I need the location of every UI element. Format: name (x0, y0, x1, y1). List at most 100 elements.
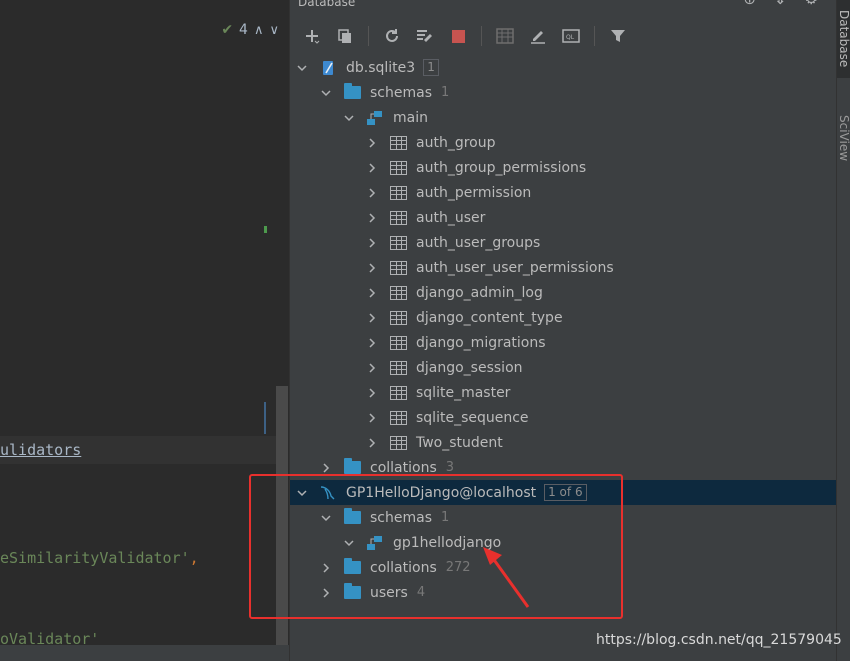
gear-icon[interactable]: ⚙ (805, 0, 818, 8)
caret-marker (264, 402, 266, 434)
inspection-widget[interactable]: ✔ 4 ∧ ∨ (221, 22, 279, 38)
table-name: auth_user (416, 209, 486, 226)
tree-count: 1 (441, 85, 450, 100)
chevron-down-icon[interactable] (342, 111, 356, 125)
folder-icon (343, 458, 361, 476)
table-row[interactable]: auth_user (290, 205, 836, 230)
mysql-dolphin-icon (319, 485, 337, 501)
add-icon[interactable] (300, 24, 324, 48)
table-icon (389, 260, 407, 276)
svg-text:QL: QL (566, 34, 575, 41)
copy-icon[interactable] (333, 24, 357, 48)
stop-icon[interactable] (446, 24, 470, 48)
tree-node-collations[interactable]: collations 272 (290, 555, 836, 580)
table-name: django_session (416, 359, 523, 376)
tree-label: main (393, 109, 428, 126)
table-row[interactable]: django_admin_log (290, 280, 836, 305)
chevron-right-icon[interactable] (365, 411, 379, 425)
tree-node-sqlite[interactable]: db.sqlite3 1 (290, 55, 836, 80)
sql-console-icon[interactable]: QL (559, 24, 583, 48)
chevron-down-icon[interactable] (295, 486, 309, 500)
filter-icon[interactable] (606, 24, 630, 48)
table-icon (389, 285, 407, 301)
table-icon (389, 310, 407, 326)
table-row[interactable]: auth_group_permissions (290, 155, 836, 180)
tree-node-schema-gp1hellodjango[interactable]: gp1hellodjango (290, 530, 836, 555)
tree-label: collations (370, 559, 437, 576)
tree-label: users (370, 584, 408, 601)
table-row[interactable]: sqlite_sequence (290, 405, 836, 430)
tab-sciview[interactable]: SciView (837, 110, 850, 166)
globe-icon[interactable]: ⊕ (743, 0, 756, 8)
properties-icon[interactable] (413, 24, 437, 48)
table-name: django_migrations (416, 334, 546, 351)
previous-highlight-icon[interactable]: ∧ (254, 23, 264, 38)
tree-count: 3 (445, 460, 455, 475)
chevron-right-icon[interactable] (365, 386, 379, 400)
edit-icon[interactable] (526, 24, 550, 48)
next-highlight-icon[interactable]: ∨ (269, 23, 279, 38)
tab-database[interactable]: Database (837, 0, 850, 78)
chevron-down-icon[interactable] (319, 86, 333, 100)
folder-icon (343, 583, 361, 601)
tree-label: schemas (370, 84, 432, 101)
chevron-right-icon[interactable] (365, 286, 379, 300)
table-row[interactable]: auth_user_user_permissions (290, 255, 836, 280)
tree-node-users[interactable]: users 4 (290, 580, 836, 605)
table-icon (389, 210, 407, 226)
editor-scrollbar[interactable] (276, 386, 288, 646)
folder-icon (343, 558, 361, 576)
chevron-down-icon[interactable] (342, 536, 356, 550)
status-badge[interactable]: 1 of 6 (544, 484, 587, 501)
table-row[interactable]: auth_permission (290, 180, 836, 205)
collapse-icon[interactable]: ⇕ (774, 0, 787, 8)
table-row[interactable]: django_content_type (290, 305, 836, 330)
table-name: auth_user_groups (416, 234, 541, 251)
chevron-right-icon[interactable] (365, 236, 379, 250)
table-row[interactable]: django_session (290, 355, 836, 380)
table-name: auth_permission (416, 184, 532, 201)
chevron-right-icon[interactable] (365, 161, 379, 175)
table-row[interactable]: Two_student (290, 430, 836, 455)
tree-node-mysql[interactable]: GP1HelloDjango@localhost 1 of 6 (290, 480, 836, 505)
tree-node-schema-main[interactable]: main (290, 105, 836, 130)
toolbar-separator (368, 26, 369, 46)
code-editor[interactable]: ✔ 4 ∧ ∨ ulidators eSimilarityValidator',… (0, 0, 289, 661)
sqlite-icon (319, 60, 337, 76)
tree-node-schemas[interactable]: schemas 1 (290, 80, 836, 105)
table-name: Two_student (416, 434, 503, 451)
schema-icon (366, 535, 384, 551)
tree-label: collations (370, 459, 437, 476)
table-row[interactable]: auth_user_groups (290, 230, 836, 255)
tree-node-collations[interactable]: collations 3 (290, 455, 836, 480)
table-icon (389, 185, 407, 201)
tree-count: 272 (445, 560, 471, 575)
chevron-right-icon[interactable] (365, 361, 379, 375)
chevron-right-icon[interactable] (365, 136, 379, 150)
chevron-right-icon[interactable] (319, 461, 333, 475)
table-name: auth_user_user_permissions (416, 259, 614, 276)
table-view-icon[interactable] (493, 24, 517, 48)
chevron-right-icon[interactable] (365, 311, 379, 325)
chevron-right-icon[interactable] (365, 211, 379, 225)
table-icon (389, 410, 407, 426)
chevron-right-icon[interactable] (365, 436, 379, 450)
chevron-right-icon[interactable] (319, 561, 333, 575)
table-icon (389, 360, 407, 376)
chevron-down-icon[interactable] (319, 511, 333, 525)
table-row[interactable]: sqlite_master (290, 380, 836, 405)
chevron-right-icon[interactable] (365, 261, 379, 275)
chevron-down-icon[interactable] (295, 61, 309, 75)
chevron-right-icon[interactable] (365, 186, 379, 200)
toolbar-separator (594, 26, 595, 46)
table-row[interactable]: auth_group (290, 130, 836, 155)
table-icon (389, 335, 407, 351)
tree-node-schemas[interactable]: schemas 1 (290, 505, 836, 530)
table-row[interactable]: django_migrations (290, 330, 836, 355)
chevron-right-icon[interactable] (365, 336, 379, 350)
refresh-icon[interactable] (380, 24, 404, 48)
scroll-marker (264, 226, 267, 233)
table-name: auth_group (416, 134, 496, 151)
chevron-right-icon[interactable] (319, 586, 333, 600)
code-line-similarity: eSimilarityValidator', (0, 549, 199, 567)
